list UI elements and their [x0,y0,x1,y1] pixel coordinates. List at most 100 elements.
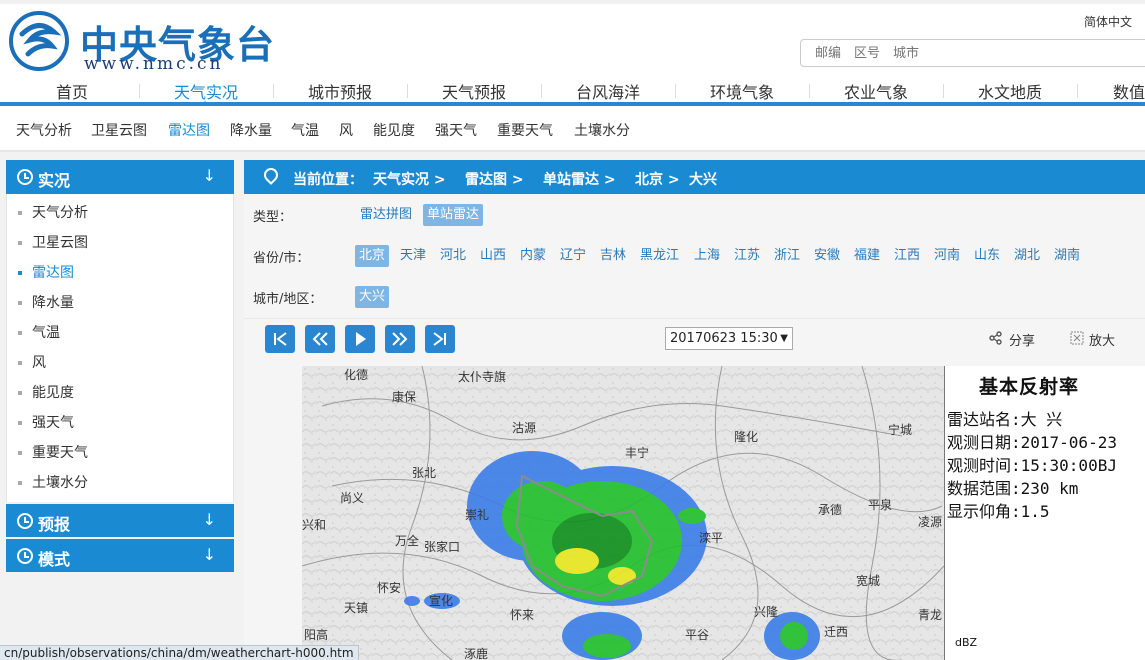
sub-nav-item[interactable]: 天气分析 [16,120,72,140]
sub-nav-item[interactable]: 降水量 [230,120,272,140]
province-option[interactable]: 河北 [436,245,470,267]
datetime-select[interactable]: 20170623 15:30 ▼ [665,327,793,350]
province-option[interactable]: 辽宁 [556,245,590,267]
province-option[interactable]: 上海 [690,245,724,267]
place-label: 化德 [344,368,369,382]
place-label: 天镇 [344,601,369,615]
sub-nav-item[interactable]: 土壤水分 [574,120,630,140]
province-option[interactable]: 湖北 [1010,245,1044,267]
province-option[interactable]: 山东 [970,245,1004,267]
nmc-logo-icon[interactable] [8,10,70,72]
sidebar-section-label: 实况 [38,171,71,190]
province-option[interactable]: 天津 [396,245,430,267]
province-option[interactable]: 黑龙江 [636,245,683,267]
place-label: 青龙 [918,608,943,622]
sidebar-section-model[interactable]: 模式 ↓ [6,539,234,572]
sub-nav-item[interactable]: 能见度 [373,120,415,140]
main-nav-observations[interactable]: 天气实况 [139,79,273,107]
last-frame-button[interactable] [425,325,455,353]
main-nav-home[interactable]: 首页 [5,79,139,102]
province-option[interactable]: 江西 [890,245,924,267]
province-option[interactable]: 内蒙 [516,245,550,267]
sidebar-item[interactable]: 风 [7,348,233,378]
province-option-active[interactable]: 北京 [355,245,390,267]
arrow-down-icon: ↓ [202,545,216,564]
sidebar-section-forecast[interactable]: 预报 ↓ [6,504,234,537]
place-label: 怀安 [377,581,402,595]
location-pin-icon [261,165,281,185]
sidebar-item[interactable]: 气温 [7,318,233,348]
chevron-down-icon: ▼ [780,333,788,344]
sidebar-item[interactable]: 降水量 [7,288,233,318]
skip-last-icon [433,332,446,346]
search-box[interactable] [800,39,1145,67]
sub-nav-item-active[interactable]: 雷达图 [168,120,210,140]
search-input[interactable] [801,40,1145,66]
sub-nav-item[interactable]: 气温 [291,120,319,140]
place-label: 凌源 [918,515,943,529]
breadcrumb-link[interactable]: 单站雷达 > [543,169,616,189]
place-label: 怀来 [510,608,535,622]
main-nav-numerical[interactable]: 数值 [1077,79,1145,102]
zoom-link[interactable]: 放大 [1089,330,1115,349]
radar-legend: 基本反射率 雷达站名:大 兴 观测日期:2017-06-23 观测时间:15:3… [944,366,1145,660]
province-option[interactable]: 吉林 [596,245,630,267]
province-option[interactable]: 江苏 [730,245,764,267]
main-nav-weather-forecast[interactable]: 天气预报 [407,79,541,102]
sidebar-section-observations[interactable]: 实况 ↓ [6,160,234,194]
place-label: 崇礼 [465,508,490,522]
breadcrumb-link[interactable]: 雷达图 > [465,169,524,189]
province-option[interactable]: 浙江 [770,245,804,267]
province-option[interactable]: 河南 [930,245,964,267]
place-label: 隆化 [734,430,759,444]
main-nav-environment[interactable]: 环境气象 [675,79,809,102]
breadcrumb-link[interactable]: 天气实况 > [373,169,446,189]
city-label: 城市/地区： [253,292,323,307]
main-nav-typhoon[interactable]: 台风海洋 [541,79,675,102]
clock-icon [17,548,33,564]
place-label: 万全 [395,534,420,548]
sidebar-item-active[interactable]: 雷达图 [7,258,233,288]
breadcrumb-link[interactable]: 北京 > [635,169,680,189]
legend-line: 显示仰角:1.5 [947,502,1050,521]
zoom-icon[interactable] [1070,331,1084,345]
sub-nav-item[interactable]: 风 [339,120,353,140]
sidebar-item[interactable]: 重要天气 [7,438,233,468]
share-icon[interactable] [989,331,1003,345]
radar-area: 化德 太仆寺旗 康保 沽源 丰宁 隆化 宁城 张北 尚义 崇礼 承德 平泉 凌源… [244,358,1145,660]
main-nav-hydrology[interactable]: 水文地质 [943,79,1077,102]
sidebar-item[interactable]: 天气分析 [7,198,233,228]
language-switch[interactable]: 简体中文 [1084,13,1132,30]
place-label: 兴隆 [754,605,779,619]
sidebar: 实况 ↓ 天气分析 卫星云图 雷达图 降水量 气温 风 能见度 强天气 重要天气… [6,160,234,572]
sub-nav-item[interactable]: 强天气 [435,120,477,140]
place-label: 平谷 [685,628,710,642]
sidebar-item[interactable]: 能见度 [7,378,233,408]
sidebar-section-label: 模式 [38,550,71,569]
main-nav-city-forecast[interactable]: 城市预报 [273,79,407,102]
legend-line: 雷达站名:大 兴 [947,410,1063,429]
share-link[interactable]: 分享 [1009,330,1035,349]
first-frame-button[interactable] [265,325,295,353]
type-option-active[interactable]: 单站雷达 [423,204,484,226]
status-bar-url: cn/publish/observations/china/dm/weather… [0,645,359,660]
sidebar-section-label: 预报 [38,515,71,534]
sidebar-list: 天气分析 卫星云图 雷达图 降水量 气温 风 能见度 强天气 重要天气 土壤水分 [6,194,234,502]
radar-map[interactable]: 化德 太仆寺旗 康保 沽源 丰宁 隆化 宁城 张北 尚义 崇礼 承德 平泉 凌源… [302,366,944,660]
province-option[interactable]: 福建 [850,245,884,267]
province-option[interactable]: 山西 [476,245,510,267]
city-option-active[interactable]: 大兴 [355,286,390,308]
type-option[interactable]: 雷达拼图 [356,204,416,226]
main-nav-agriculture[interactable]: 农业气象 [809,79,943,102]
province-option[interactable]: 湖南 [1050,245,1084,267]
sub-nav-item[interactable]: 卫星云图 [91,120,147,140]
prev-frame-button[interactable] [305,325,335,353]
legend-line: 数据范围:230 km [947,479,1079,498]
play-button[interactable] [345,325,375,353]
province-option[interactable]: 安徽 [810,245,844,267]
sub-nav-item[interactable]: 重要天气 [497,120,553,140]
next-frame-button[interactable] [385,325,415,353]
sidebar-item[interactable]: 土壤水分 [7,468,233,498]
sidebar-item[interactable]: 卫星云图 [7,228,233,258]
sidebar-item[interactable]: 强天气 [7,408,233,438]
